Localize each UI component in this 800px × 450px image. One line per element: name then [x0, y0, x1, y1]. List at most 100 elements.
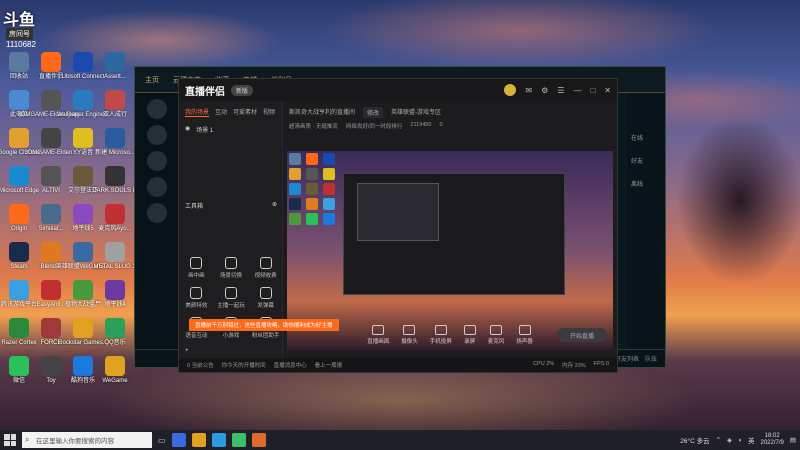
lol-friend-group[interactable]: 好友 [631, 156, 661, 165]
desktop-icon[interactable]: 新建 Microso... [95, 128, 135, 157]
avatar[interactable] [504, 84, 517, 96]
desktop-icon[interactable]: Assett... [98, 52, 132, 81]
desktop-icon[interactable]: Microsoft Edge [0, 166, 39, 195]
taskbar-search[interactable]: 在这里输入你要搜索的内容 [22, 432, 152, 448]
tool-item[interactable]: 视频收费 [248, 257, 283, 279]
desktop-icon[interactable]: Razer Cortex [1, 318, 37, 347]
desktop-icon-label: 新建 Microso... [95, 150, 135, 156]
toolbar-button[interactable]: 摄像头 [401, 325, 418, 345]
source-tab[interactable]: 可爱素材 [233, 107, 257, 117]
desktop-icon[interactable]: 双人成行 [98, 90, 132, 119]
toolbar-button[interactable]: 直播画面 [367, 325, 389, 345]
tool-item[interactable]: 主播一起玩 [214, 287, 249, 309]
weather[interactable]: 26°C 多云 [680, 435, 709, 445]
desktop-icon[interactable]: Simulat... [34, 204, 68, 233]
volume-icon[interactable]: ◖ [738, 437, 742, 444]
app-icon [41, 166, 61, 186]
status-item[interactable]: 你今天的开播时间 [222, 361, 266, 369]
notification-icon[interactable]: ▤ [790, 436, 796, 444]
lol-side-icon[interactable] [147, 177, 167, 197]
input-language[interactable]: 英 [748, 435, 755, 445]
message-icon[interactable]: ✉ [525, 86, 532, 95]
scene-row[interactable]: ◉ 场景 1 [179, 121, 282, 138]
add-source-button[interactable]: + [185, 348, 189, 354]
stream-title[interactable]: 斯凯奇大战亨利的直播间 [289, 107, 355, 118]
toolbar-button[interactable]: 手机投屏 [430, 325, 452, 345]
toolbar-button[interactable]: 录屏 [463, 325, 476, 345]
desktop-icon[interactable]: WeGame [98, 356, 132, 385]
toolbar-button[interactable]: 扬声器 [516, 325, 533, 345]
desktop-icon[interactable]: QQ音乐 [98, 318, 132, 347]
eye-icon[interactable]: ◉ [185, 125, 190, 134]
desktop-icon-label: Steam [10, 264, 28, 270]
taskbar-app-icon[interactable] [171, 433, 186, 447]
menu-icon[interactable]: ☰ [557, 86, 564, 95]
tray-expand-icon[interactable]: ⌃ [716, 436, 721, 444]
lol-side-icon[interactable] [147, 151, 167, 171]
stream-category[interactable]: 英雄联盟-游戏专区 [391, 107, 441, 118]
desktop-icon[interactable]: EasyAnti... [34, 280, 68, 309]
toolbar-button[interactable]: 麦克风 [488, 325, 504, 345]
status-metrics: CPU 2% 内存 33% FPS 0 [533, 361, 609, 369]
desktop-icon[interactable]: Wallpaper Engine... [57, 90, 109, 119]
promo-banner[interactable]: 直播前千万别错过，这些直播攻略，助你顺利成为好主播 [189, 319, 339, 331]
lol-friend-group[interactable]: 在线 [631, 133, 661, 142]
lol-side-icon[interactable] [147, 125, 167, 145]
desktop-icon[interactable]: 腾讯游戏平台 [1, 280, 37, 309]
desktop-icon[interactable]: Ubisoft Connect [62, 52, 104, 81]
minimize-icon[interactable]: — [573, 86, 581, 95]
clarity-setting[interactable]: 超清画质 · 无缝推流 [289, 122, 338, 130]
tool-item[interactable]: 场景切换 [214, 257, 249, 279]
taskbar-apps [171, 433, 266, 447]
task-view-icon[interactable]: ▭ [158, 436, 166, 445]
settings-icon[interactable]: ⚙ [541, 86, 548, 95]
desktop-icon[interactable]: Steam [2, 242, 36, 271]
tool-item[interactable]: 发弹幕 [248, 287, 283, 309]
desktop-icon[interactable]: ALTIVI [34, 166, 68, 195]
taskbar-app-icon[interactable] [211, 433, 226, 447]
source-tab[interactable]: 互动 [215, 107, 227, 117]
desktop-icon[interactable]: 回收站 [2, 52, 36, 81]
desktop-icon[interactable]: 酷狗音乐 [66, 356, 100, 385]
status-item[interactable]: 看上一周报 [315, 361, 343, 369]
desktop-icon[interactable]: 微信 [2, 356, 36, 385]
edit-title-button[interactable]: 修改 [363, 107, 384, 118]
app-icon [105, 166, 125, 186]
tool-item[interactable]: 美颜特效 [179, 287, 214, 309]
lol-nav-item[interactable]: 主页 [145, 75, 159, 85]
desktop-icon[interactable]: 植物大战僵尸 [65, 280, 101, 309]
desktop-icon[interactable]: 地平线4 [98, 280, 132, 309]
desktop-icon[interactable]: Origin [2, 204, 36, 233]
live-companion-window[interactable]: 直播伴侣 新版 ✉ ⚙ ☰ — □ ✕ 我的场景 互动 可爱素材 视频 ◉ 场景 1 … [178, 78, 618, 373]
desktop-icon[interactable]: 地平线5 [66, 204, 100, 233]
lol-friend-group[interactable]: 离线 [631, 179, 661, 188]
desktop-icon[interactable]: METAL SLUG X [94, 242, 137, 271]
toolbox-more-icon[interactable]: ⊕ [272, 201, 277, 210]
lol-status-item[interactable]: 队伍 [645, 354, 657, 363]
app-icon [105, 280, 125, 300]
source-tab[interactable]: 视频 [263, 107, 275, 117]
status-item[interactable]: 0 当前公告 [187, 361, 214, 369]
start-button[interactable] [4, 434, 16, 446]
desktop-icon[interactable]: Rockstar Games... [58, 318, 108, 347]
tool-item[interactable]: 画中画 [179, 257, 214, 279]
desktop-icon[interactable]: DARK SOULS III [92, 166, 138, 195]
go-live-button[interactable]: 开始直播 [557, 328, 607, 342]
source-tab[interactable]: 我的场景 [185, 107, 210, 117]
network-icon[interactable]: ◈ [727, 436, 732, 444]
desktop-icon[interactable]: 3DMGAME-Elden... [25, 128, 77, 157]
taskbar-app-icon[interactable] [231, 433, 246, 447]
clock[interactable]: 18:02 2022/7/9 [760, 433, 783, 447]
maximize-icon[interactable]: □ [590, 86, 595, 95]
taskbar-app-icon[interactable] [191, 433, 206, 447]
taskbar-app-icon[interactable] [251, 433, 266, 447]
lol-side-icon[interactable] [147, 203, 167, 223]
close-icon[interactable]: ✕ [604, 86, 611, 95]
lol-status-item[interactable]: 好友列表 [615, 354, 639, 363]
status-item[interactable]: 直播消息中心 [274, 361, 307, 369]
version-badge[interactable]: 新版 [231, 84, 254, 96]
viewer-count: 0 [439, 122, 443, 128]
desktop-icon[interactable]: Toy [34, 356, 68, 385]
lol-side-icon[interactable] [147, 99, 167, 119]
desktop-icon[interactable]: 麦克风Ayo... [98, 204, 132, 233]
